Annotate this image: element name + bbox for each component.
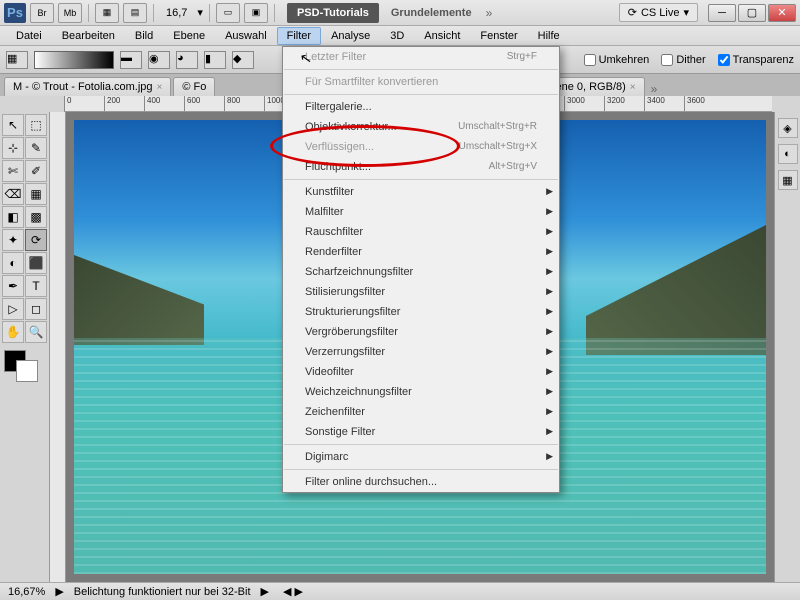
menu-auswahl[interactable]: Auswahl [215, 27, 277, 45]
minibridge-button[interactable]: Mb [58, 3, 82, 23]
healing-tool[interactable]: ⌫ [2, 183, 24, 205]
menu-kunstfilter[interactable]: Kunstfilter▶ [283, 182, 559, 202]
lasso-tool[interactable]: ⊹ [2, 137, 24, 159]
menu-digimarc[interactable]: Digimarc▶ [283, 447, 559, 467]
history-brush-tool[interactable]: ▩ [25, 206, 47, 228]
photoshop-icon: Ps [4, 3, 26, 23]
minimize-button[interactable]: ─ [708, 4, 736, 22]
vertical-ruler [50, 112, 66, 582]
toolbox: ↖ ⬚ ⊹ ✎ ✄ ✐ ⌫ ▦ ◧ ▩ ✦ ⟳ ◐ ⬛ ✒ T ▷ ◻ ✋ 🔍 [0, 112, 50, 582]
workspace-grundelemente[interactable]: Grundelemente [391, 7, 472, 19]
menu-last-filter: Letzter FilterStrg+F [283, 47, 559, 67]
move-tool[interactable]: ↖ [2, 114, 24, 136]
menu-filter-online[interactable]: Filter online durchsuchen... [283, 472, 559, 492]
gradient-diamond[interactable]: ◆ [232, 51, 254, 69]
menu-malfilter[interactable]: Malfilter▶ [283, 202, 559, 222]
menu-fenster[interactable]: Fenster [470, 27, 527, 45]
marquee-tool[interactable]: ⬚ [25, 114, 47, 136]
maximize-button[interactable]: ▢ [738, 4, 766, 22]
wand-tool[interactable]: ✎ [25, 137, 47, 159]
view-extras-button[interactable]: ▦ [95, 3, 119, 23]
menu-zeichenfilter[interactable]: Zeichenfilter▶ [283, 402, 559, 422]
hand-tool[interactable]: ✋ [2, 321, 24, 343]
adjustments-panel-icon[interactable]: ◐ [778, 144, 798, 164]
menu-smartfilter: Für Smartfilter konvertieren [283, 72, 559, 92]
menu-weichzeichnungsfilter[interactable]: Weichzeichnungsfilter▶ [283, 382, 559, 402]
menu-bild[interactable]: Bild [125, 27, 163, 45]
layers-panel-icon[interactable]: ◈ [778, 118, 798, 138]
image-content [74, 255, 204, 345]
dither-checkbox[interactable]: Dither [661, 54, 705, 66]
styles-panel-icon[interactable]: ▦ [778, 170, 798, 190]
eraser-tool[interactable]: ✦ [2, 229, 24, 251]
gradient-reflected[interactable]: ▮ [204, 51, 226, 69]
workspace-psdtutorials[interactable]: PSD-Tutorials [287, 3, 379, 23]
tabs-overflow-icon[interactable]: » [651, 82, 658, 96]
menu-3d[interactable]: 3D [380, 27, 414, 45]
gradient-preview[interactable] [34, 51, 114, 69]
path-tool[interactable]: ▷ [2, 298, 24, 320]
menu-fluchtpunkt[interactable]: Fluchtpunkt...Alt+Strg+V [283, 157, 559, 177]
menu-ebene[interactable]: Ebene [163, 27, 215, 45]
type-tool[interactable]: T [25, 275, 47, 297]
menu-bearbeiten[interactable]: Bearbeiten [52, 27, 125, 45]
shape-tool[interactable]: ◻ [25, 298, 47, 320]
brush-tool[interactable]: ▦ [25, 183, 47, 205]
menu-filtergalerie[interactable]: Filtergalerie... [283, 97, 559, 117]
gradient-angle[interactable]: ◕ [176, 51, 198, 69]
menu-filter[interactable]: Filter [277, 27, 321, 45]
document-tab-1[interactable]: M - © Trout - Fotolia.com.jpg× [4, 77, 171, 96]
eyedropper-tool[interactable]: ✐ [25, 160, 47, 182]
menu-vergroeberungsfilter[interactable]: Vergröberungsfilter▶ [283, 322, 559, 342]
dodge-tool[interactable]: ⬛ [25, 252, 47, 274]
workspace-more-icon[interactable]: » [486, 6, 493, 20]
menu-stilisierungsfilter[interactable]: Stilisierungsfilter▶ [283, 282, 559, 302]
background-color[interactable] [16, 360, 38, 382]
filter-menu-dropdown: Letzter FilterStrg+F Für Smartfilter kon… [282, 46, 560, 493]
blur-tool[interactable]: ◐ [2, 252, 24, 274]
close-icon[interactable]: × [630, 82, 636, 93]
gradient-linear[interactable]: ▬ [120, 51, 142, 69]
menu-verzerrungsfilter[interactable]: Verzerrungsfilter▶ [283, 342, 559, 362]
status-zoom[interactable]: 16,67% [8, 586, 45, 598]
transparenz-checkbox[interactable]: Transparenz [718, 54, 794, 66]
document-tab-2[interactable]: © Fo [173, 77, 215, 96]
menu-rauschfilter[interactable]: Rauschfilter▶ [283, 222, 559, 242]
view-grid-button[interactable]: ▤ [123, 3, 147, 23]
menu-renderfilter[interactable]: Renderfilter▶ [283, 242, 559, 262]
panel-dock: ◈ ◐ ▦ [774, 112, 800, 582]
bridge-button[interactable]: Br [30, 3, 54, 23]
close-icon[interactable]: × [157, 82, 163, 93]
cslive-button[interactable]: ⟳CS Live▾ [619, 3, 698, 22]
screenmode-button[interactable]: ▣ [244, 3, 268, 23]
menu-scharfzeichnungsfilter[interactable]: Scharfzeichnungsfilter▶ [283, 262, 559, 282]
tool-preset-button[interactable]: ▦ [6, 51, 28, 69]
menu-objektivkorrektur[interactable]: Objektivkorrektur...Umschalt+Strg+R [283, 117, 559, 137]
pen-tool[interactable]: ✒ [2, 275, 24, 297]
umkehren-checkbox[interactable]: Umkehren [584, 54, 650, 66]
status-bar: 16,67% ▶ Belichtung funktioniert nur bei… [0, 582, 800, 600]
color-swatches[interactable] [2, 350, 47, 386]
menu-verfluessigen: Verflüssigen...Umschalt+Strg+X [283, 137, 559, 157]
gradient-radial[interactable]: ◉ [148, 51, 170, 69]
menu-bar: Datei Bearbeiten Bild Ebene Auswahl Filt… [0, 26, 800, 46]
status-message: Belichtung funktioniert nur bei 32-Bit [74, 586, 251, 598]
menu-strukturierungsfilter[interactable]: Strukturierungsfilter▶ [283, 302, 559, 322]
menu-ansicht[interactable]: Ansicht [414, 27, 470, 45]
gradient-tool[interactable]: ⟳ [25, 229, 47, 251]
image-content [586, 225, 766, 355]
close-button[interactable]: ✕ [768, 4, 796, 22]
arrange-button[interactable]: ▭ [216, 3, 240, 23]
menu-sonstige-filter[interactable]: Sonstige Filter▶ [283, 422, 559, 442]
menu-datei[interactable]: Datei [6, 27, 52, 45]
crop-tool[interactable]: ✄ [2, 160, 24, 182]
zoom-value[interactable]: 16,7 [160, 7, 193, 19]
stamp-tool[interactable]: ◧ [2, 206, 24, 228]
title-bar: Ps Br Mb ▦ ▤ 16,7▾ ▭ ▣ PSD-Tutorials Gru… [0, 0, 800, 26]
menu-videofilter[interactable]: Videofilter▶ [283, 362, 559, 382]
zoom-tool[interactable]: 🔍 [25, 321, 47, 343]
menu-hilfe[interactable]: Hilfe [528, 27, 570, 45]
menu-analyse[interactable]: Analyse [321, 27, 380, 45]
